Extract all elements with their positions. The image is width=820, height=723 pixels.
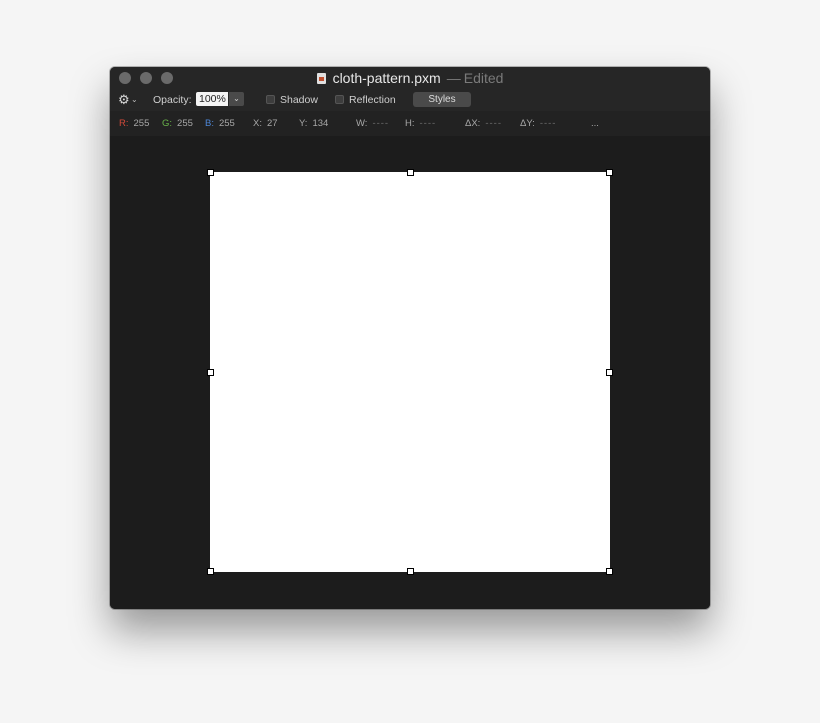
delta-y-readout: ΔY: ---- <box>520 118 556 129</box>
x-readout: X: 27 <box>253 118 278 129</box>
green-label: G: <box>162 118 173 129</box>
reflection-label: Reflection <box>349 94 396 106</box>
x-value: 27 <box>266 118 278 129</box>
resize-handle-top-right[interactable] <box>606 169 613 176</box>
resize-handle-right[interactable] <box>606 369 613 376</box>
gear-icon[interactable]: ⚙ <box>118 93 130 107</box>
more-indicator: ... <box>591 118 599 129</box>
y-label: Y: <box>299 118 308 129</box>
height-readout: H: ---- <box>405 118 436 129</box>
edited-status: Edited <box>463 70 504 86</box>
width-value: ---- <box>372 118 390 129</box>
delta-x-value: ---- <box>485 118 502 129</box>
opacity-input[interactable]: 100% <box>196 92 228 106</box>
width-readout: W: ---- <box>356 118 389 129</box>
title-bar[interactable]: cloth-pattern.pxm — Edited <box>110 67 710 90</box>
delta-y-value: ---- <box>539 118 557 129</box>
resize-handle-bottom[interactable] <box>407 568 414 575</box>
delta-x-readout: ΔX: ---- <box>465 118 502 129</box>
title-separator: — <box>446 70 461 86</box>
app-window: cloth-pattern.pxm — Edited ⚙ ⌄ Opacity: 10… <box>110 67 710 609</box>
window-title: cloth-pattern.pxm — Edited <box>110 70 710 86</box>
green-value: 255 <box>177 118 193 129</box>
shadow-label: Shadow <box>280 94 318 106</box>
document-icon <box>316 73 326 84</box>
red-label: R: <box>119 118 129 129</box>
red-readout: R: 255 <box>119 118 149 129</box>
document-canvas[interactable] <box>207 169 613 575</box>
info-bar: R: 255 G: 255 B: 255 X: 27 Y: 134 W: ---- H: --… <box>110 111 710 136</box>
x-label: X: <box>253 118 262 129</box>
layer-toolbar: ⚙ ⌄ Opacity: 100% ⌄ Shadow Reflection St… <box>110 90 710 111</box>
filename: cloth-pattern.pxm <box>332 70 441 86</box>
shadow-checkbox[interactable] <box>266 95 275 104</box>
height-value: ---- <box>419 118 437 129</box>
y-readout: Y: 134 <box>299 118 328 129</box>
resize-handle-top[interactable] <box>407 169 414 176</box>
styles-button[interactable]: Styles <box>413 92 471 107</box>
delta-y-label: ΔY: <box>520 118 535 129</box>
reflection-checkbox[interactable] <box>335 95 344 104</box>
y-value: 134 <box>312 118 329 129</box>
opacity-label: Opacity: <box>153 94 192 106</box>
chevron-down-icon: ⌄ <box>233 94 240 103</box>
resize-handle-top-left[interactable] <box>207 169 214 176</box>
red-value: 255 <box>133 118 150 129</box>
delta-x-label: ΔX: <box>465 118 481 129</box>
chevron-down-icon[interactable]: ⌄ <box>131 95 138 104</box>
canvas-area[interactable] <box>110 136 710 609</box>
resize-handle-bottom-left[interactable] <box>207 568 214 575</box>
width-label: W: <box>356 118 368 129</box>
green-readout: G: 255 <box>162 118 193 129</box>
blue-readout: B: 255 <box>205 118 235 129</box>
height-label: H: <box>405 118 415 129</box>
resize-handle-left[interactable] <box>207 369 214 376</box>
blue-value: 255 <box>218 118 235 129</box>
resize-handle-bottom-right[interactable] <box>606 568 613 575</box>
blue-label: B: <box>205 118 214 129</box>
opacity-dropdown-button[interactable]: ⌄ <box>229 92 244 106</box>
